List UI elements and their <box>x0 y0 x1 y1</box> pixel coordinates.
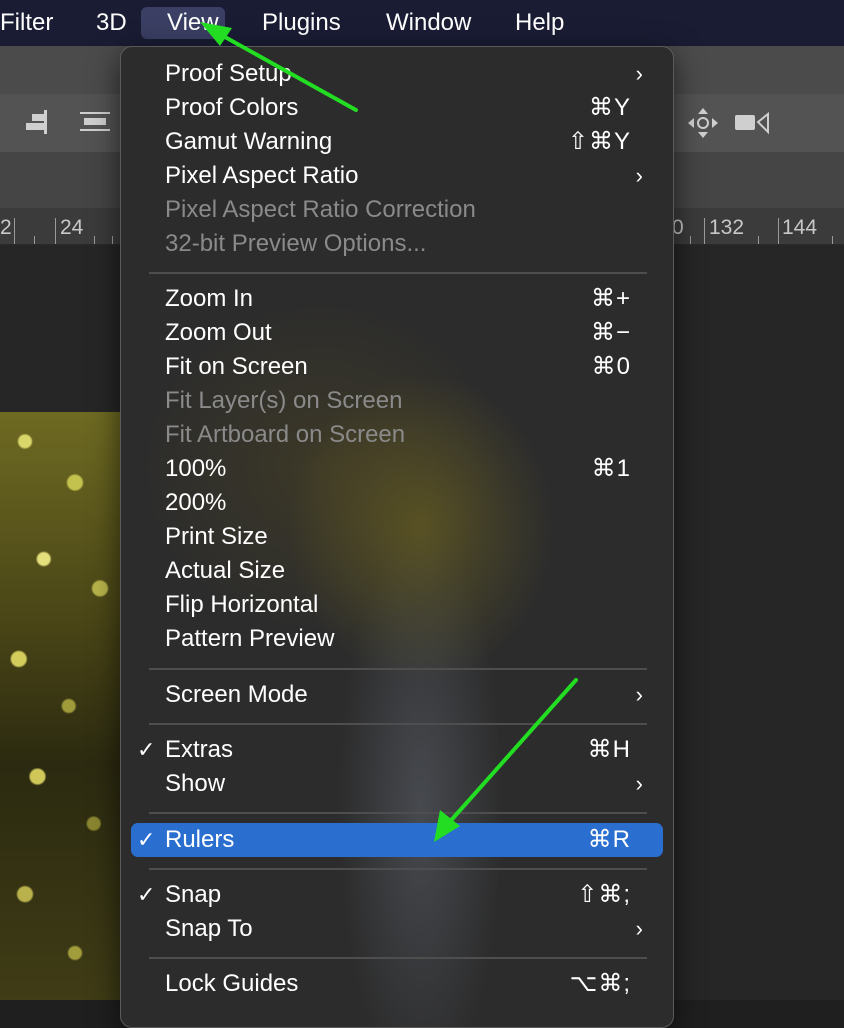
menu-item-rulers[interactable]: ✓ Rulers ⌘R <box>131 823 663 857</box>
menu-item-proof-colors[interactable]: Proof Colors ⌘Y <box>121 91 673 125</box>
menu-item-zoom-out[interactable]: Zoom Out ⌘− <box>121 316 673 350</box>
ruler-label: 144 <box>782 216 818 239</box>
menu-item-pattern-preview[interactable]: Pattern Preview <box>121 622 673 656</box>
menu-item-screen-mode[interactable]: Screen Mode › <box>121 678 673 712</box>
ruler-tick <box>758 236 759 244</box>
menu-item-shortcut: ⌘1 <box>591 455 631 482</box>
menu-item-label: Flip Horizontal <box>165 591 319 618</box>
align-left-icon[interactable] <box>24 108 50 141</box>
menu-separator <box>149 868 647 870</box>
menu-item-lock-guides[interactable]: Lock Guides ⌥⌘; <box>121 967 673 1001</box>
ruler-tick <box>690 236 691 244</box>
chevron-right-icon: › <box>635 916 643 941</box>
menu-separator <box>149 272 647 274</box>
menu-item-label: Proof Setup <box>165 60 292 87</box>
menu-help[interactable]: Help <box>503 7 576 39</box>
menu-item-label: Snap To <box>165 915 253 942</box>
menu-window[interactable]: Window <box>374 7 483 39</box>
menu-item-shortcut: ⌥⌘; <box>569 970 631 997</box>
menu-item-fit-layers-on-screen: Fit Layer(s) on Screen <box>121 384 673 418</box>
menu-item-label: Gamut Warning <box>165 128 333 155</box>
menu-item-extras[interactable]: ✓ Extras ⌘H <box>121 733 673 767</box>
ruler-label: 24 <box>60 216 84 239</box>
menu-item-flip-horizontal[interactable]: Flip Horizontal <box>121 588 673 622</box>
menu-item-label: Fit Artboard on Screen <box>165 421 406 448</box>
menu-item-label: Snap <box>165 881 222 908</box>
chevron-right-icon: › <box>635 771 643 796</box>
menu-3d[interactable]: 3D <box>84 7 139 39</box>
checkmark-icon: ✓ <box>137 882 156 907</box>
ruler-label: 2 <box>0 216 12 239</box>
menu-item-label: Extras <box>165 736 234 763</box>
ruler-tick <box>112 236 113 244</box>
menu-item-print-size[interactable]: Print Size <box>121 520 673 554</box>
menu-item-32bit-preview-options: 32-bit Preview Options... <box>121 227 673 261</box>
menu-separator <box>149 957 647 959</box>
menu-item-shortcut: ⌘H <box>587 736 631 763</box>
menu-item-snap[interactable]: ✓ Snap ⇧⌘; <box>121 878 673 912</box>
menu-item-label: Fit on Screen <box>165 353 308 380</box>
menu-item-pixel-aspect-ratio-correction: Pixel Aspect Ratio Correction <box>121 193 673 227</box>
menu-plugins[interactable]: Plugins <box>250 7 353 39</box>
menu-item-label: Actual Size <box>165 557 286 584</box>
menu-item-label: 32-bit Preview Options... <box>165 230 427 257</box>
ruler-tick <box>778 218 779 244</box>
ruler-label: 132 <box>709 216 745 239</box>
checkmark-icon: ✓ <box>137 827 156 852</box>
menu-item-fit-on-screen[interactable]: Fit on Screen ⌘0 <box>121 350 673 384</box>
ruler-tick <box>14 218 15 244</box>
ruler-tick <box>704 218 705 244</box>
menu-item-label: Rulers <box>165 826 235 853</box>
menu-item-label: Print Size <box>165 523 268 550</box>
menu-item-label: 200% <box>165 489 227 516</box>
menu-item-shortcut: ⌘0 <box>591 353 631 380</box>
menu-item-label: Pattern Preview <box>165 625 335 652</box>
checkmark-icon: ✓ <box>137 737 156 762</box>
menu-item-label: Lock Guides <box>165 970 299 997</box>
align-center-icon[interactable] <box>80 110 110 139</box>
menu-item-label: Proof Colors <box>165 94 299 121</box>
app-menubar: Filter 3D View Plugins Window Help <box>0 0 844 46</box>
menu-view[interactable]: View <box>141 7 225 39</box>
move-3d-icon[interactable] <box>686 106 720 145</box>
menu-item-label: 100% <box>165 455 227 482</box>
menu-item-fit-artboard-on-screen: Fit Artboard on Screen <box>121 418 673 452</box>
menu-item-actual-size[interactable]: Actual Size <box>121 554 673 588</box>
menu-separator <box>149 812 647 814</box>
menu-separator <box>149 668 647 670</box>
menu-item-shortcut: ⇧⌘Y <box>567 128 631 155</box>
menu-item-shortcut: ⌘Y <box>588 94 631 121</box>
menu-item-pixel-aspect-ratio[interactable]: Pixel Aspect Ratio › <box>121 159 673 193</box>
ruler-tick <box>55 218 56 244</box>
menu-item-100-percent[interactable]: 100% ⌘1 <box>121 452 673 486</box>
ruler-tick <box>34 236 35 244</box>
menu-item-label: Pixel Aspect Ratio Correction <box>165 196 476 223</box>
menu-separator <box>149 723 647 725</box>
menu-item-shortcut: ⌘− <box>590 319 631 346</box>
chevron-right-icon: › <box>635 682 643 707</box>
menu-item-shortcut: ⇧⌘; <box>577 881 631 908</box>
ruler-tick <box>832 236 833 244</box>
menu-item-gamut-warning[interactable]: Gamut Warning ⇧⌘Y <box>121 125 673 159</box>
menu-item-label: Fit Layer(s) on Screen <box>165 387 403 414</box>
menu-item-snap-to[interactable]: Snap To › <box>121 912 673 946</box>
menu-item-shortcut: ⌘+ <box>590 285 631 312</box>
menu-item-label: Zoom In <box>165 285 254 312</box>
menu-item-show[interactable]: Show › <box>121 767 673 801</box>
chevron-right-icon: › <box>635 163 643 188</box>
menu-item-proof-setup[interactable]: Proof Setup › <box>121 57 673 91</box>
menu-item-200-percent[interactable]: 200% <box>121 486 673 520</box>
canvas-photo <box>0 412 125 1000</box>
menu-item-label: Screen Mode <box>165 681 308 708</box>
menu-item-zoom-in[interactable]: Zoom In ⌘+ <box>121 282 673 316</box>
menu-item-shortcut: ⌘R <box>587 826 631 853</box>
menu-filter[interactable]: Filter <box>0 7 65 39</box>
view-menu-dropdown: Proof Setup › Proof Colors ⌘Y Gamut Warn… <box>120 46 674 1028</box>
ruler-tick <box>94 236 95 244</box>
menu-item-label: Show <box>165 770 226 797</box>
menu-item-label: Pixel Aspect Ratio <box>165 162 359 189</box>
chevron-right-icon: › <box>635 61 643 86</box>
menu-item-label: Zoom Out <box>165 319 272 346</box>
camera-3d-icon[interactable] <box>734 110 770 141</box>
